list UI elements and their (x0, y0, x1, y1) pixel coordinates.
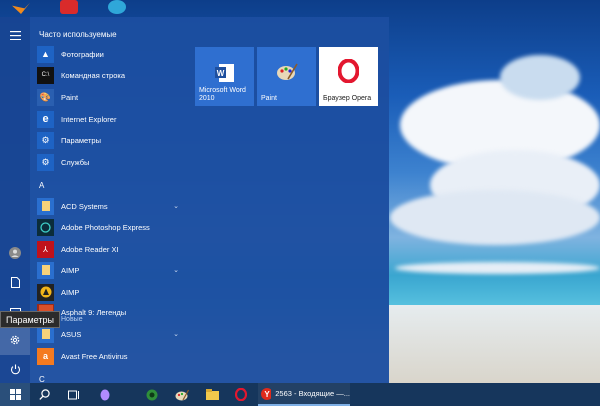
xbox-icon[interactable] (140, 383, 164, 406)
app-item-label: Командная строка (61, 70, 125, 80)
hamburger-menu-icon[interactable] (0, 20, 30, 50)
taskbar: Y 2563 - Входящие —... (0, 383, 600, 406)
search-icon[interactable] (32, 383, 56, 406)
tile-opera-browser[interactable]: Браузер Opera (319, 47, 378, 106)
app-item-acd-systems[interactable]: ACD Systems ⌄ (37, 196, 187, 216)
chevron-down-icon[interactable]: ⌄ (173, 266, 179, 274)
services-icon: ⚙ (37, 153, 54, 171)
settings-tooltip: Параметры (0, 311, 60, 328)
paint-icon[interactable] (170, 383, 194, 406)
tile-label: Paint (261, 95, 277, 102)
app-item-ie[interactable]: e Internet Explorer (37, 109, 187, 129)
app-item-aimp-folder[interactable]: AIMP ⌄ (37, 260, 187, 280)
app-item-label: Службы (61, 157, 90, 167)
app-item-label: AIMP (61, 287, 80, 297)
app-item-label: Avast Free Antivirus (61, 351, 128, 361)
cmd-icon: C:\ (37, 66, 54, 84)
tile-label: Браузер Opera (323, 95, 372, 102)
gear-icon: ⚙ (37, 131, 54, 149)
app-item-aimp[interactable]: AIMP (37, 282, 187, 302)
folder-icon (37, 261, 54, 279)
tile-label: Microsoft Word 2010 (199, 87, 246, 102)
app-item-cmd[interactable]: C:\ Командная строка (37, 65, 187, 85)
desktop-shortcut-icon[interactable] (108, 0, 126, 14)
ie-icon: e (37, 110, 54, 128)
app-item-label: Adobe Reader XI (61, 244, 119, 254)
app-item-label: Adobe Photoshop Express (61, 222, 150, 232)
app-item-avast[interactable]: a Avast Free Antivirus (37, 346, 187, 366)
yandex-icon: Y (261, 387, 272, 400)
app-item-label: ACD Systems (61, 201, 108, 211)
paint-icon (277, 63, 298, 80)
settings-gear-icon[interactable] (0, 325, 30, 355)
documents-icon[interactable] (0, 267, 30, 297)
app-item-photoshop-express[interactable]: Adobe Photoshop Express (37, 217, 187, 237)
start-menu: Часто используемые ▲ Фотографии C:\ Кома… (0, 17, 389, 384)
chevron-down-icon[interactable]: ⌄ (173, 202, 179, 210)
app-item-label: Параметры (61, 135, 101, 145)
app-item-settings[interactable]: ⚙ Параметры (37, 130, 187, 150)
frequent-apps-header: Часто используемые (39, 30, 117, 39)
app-item-label: AIMP (61, 265, 80, 275)
app-item-label: Paint (61, 92, 79, 102)
file-explorer-icon[interactable] (200, 383, 224, 406)
tile-microsoft-word[interactable]: W Microsoft Word 2010 (195, 47, 254, 106)
task-view-icon[interactable] (62, 383, 86, 406)
desktop-shortcut-icon[interactable] (60, 0, 78, 14)
windows-start-icon[interactable] (0, 383, 30, 406)
letter-header-a[interactable]: A (39, 181, 44, 190)
folder-icon (37, 197, 54, 215)
taskbar-app-title: 2563 - Входящие —... (275, 389, 350, 398)
aimp-icon (37, 283, 54, 301)
svg-text:Y: Y (264, 390, 270, 399)
desktop-shortcut-icon[interactable] (12, 2, 30, 14)
word-icon: W (215, 64, 234, 82)
taskbar-running-app[interactable]: Y 2563 - Входящие —... (258, 383, 350, 406)
adobe-reader-icon: ⅄ (37, 240, 54, 258)
photos-icon: ▲ (37, 45, 54, 63)
power-icon[interactable] (0, 354, 30, 384)
chevron-down-icon[interactable]: ⌄ (173, 330, 179, 338)
app-item-photos[interactable]: ▲ Фотографии (37, 44, 187, 64)
opera-icon[interactable] (229, 383, 253, 406)
user-avatar[interactable] (0, 238, 30, 268)
app-item-services[interactable]: ⚙ Службы (37, 152, 187, 172)
tile-paint[interactable]: Paint (257, 47, 316, 106)
app-item-label: Internet Explorer (61, 114, 117, 124)
new-badge: Новые (61, 316, 83, 323)
app-item-label: ASUS (61, 329, 82, 339)
avast-icon: a (37, 347, 54, 365)
photoshop-express-icon (37, 218, 54, 236)
app-item-adobe-reader[interactable]: ⅄ Adobe Reader XI (37, 239, 187, 259)
opera-icon (338, 59, 359, 83)
cortana-icon[interactable] (93, 383, 117, 406)
paint-icon: 🎨 (37, 88, 54, 106)
app-item-label: Фотографии (61, 49, 104, 59)
svg-text:W: W (217, 69, 225, 78)
app-item-paint[interactable]: 🎨 Paint (37, 87, 187, 107)
